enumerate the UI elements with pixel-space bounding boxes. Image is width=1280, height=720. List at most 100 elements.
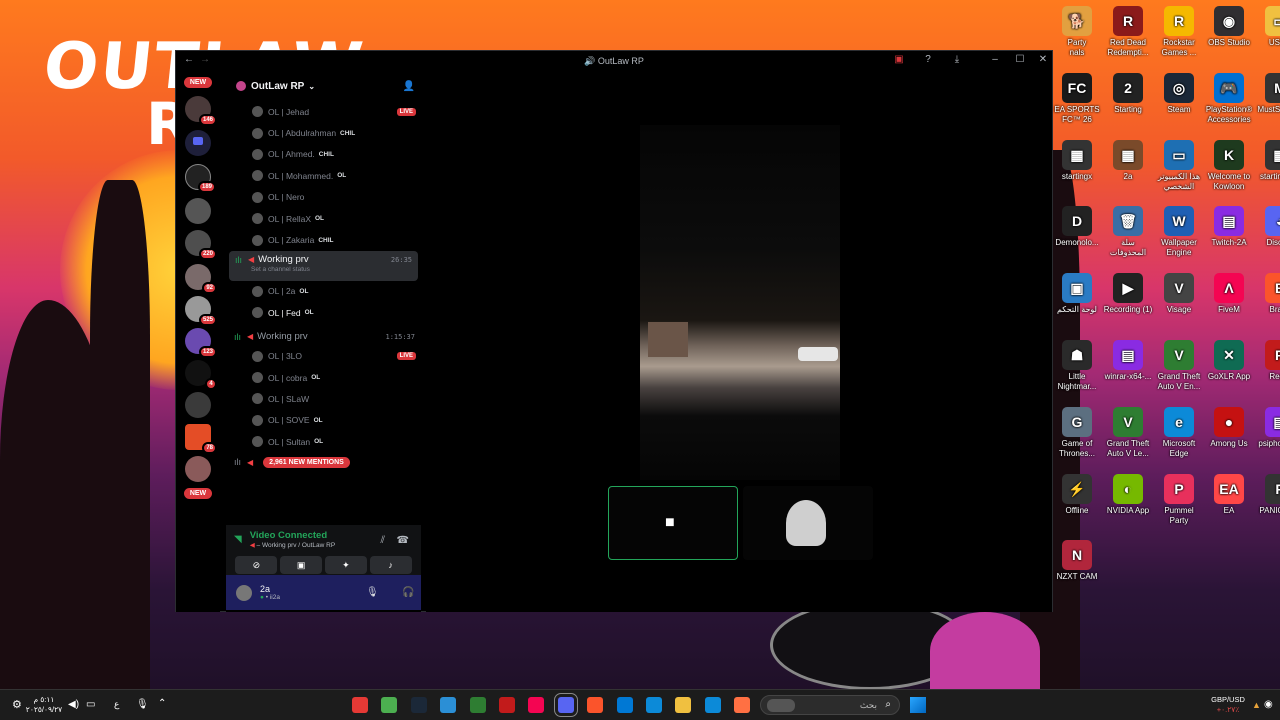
desktop-icon[interactable]: ⚡ Offline xyxy=(1052,473,1102,516)
member-row[interactable]: OL | 3LO LIVE xyxy=(226,346,421,367)
desktop-icon[interactable]: ✕ GoXLR App xyxy=(1204,340,1254,382)
server-icon[interactable] xyxy=(185,392,211,418)
member-row[interactable]: OL | Ahmed. CHIL xyxy=(226,144,421,165)
currency-widget[interactable]: GBP/USD +٠.٢٧٪ xyxy=(1206,695,1250,715)
folder-icon[interactable] xyxy=(185,130,211,156)
server-icon[interactable]: 220 xyxy=(185,230,217,260)
desktop-icon[interactable]: R Red Dead Redempti... xyxy=(1103,6,1153,58)
desktop-icon[interactable]: ▤psiphon.v12 xyxy=(1255,406,1280,449)
server-icon[interactable]: 92 xyxy=(185,264,217,294)
desktop-icon[interactable]: 2 Starting xyxy=(1103,72,1153,115)
main-video-feed[interactable] xyxy=(640,125,840,480)
soundboard-button[interactable]: ♪ xyxy=(369,556,412,574)
xbox-taskbar-icon[interactable] xyxy=(440,697,457,713)
desktop-icon[interactable]: ☗ Little Nightmar... xyxy=(1052,340,1102,392)
server-icon[interactable]: 78 xyxy=(185,424,217,454)
desktop-icon[interactable]: ▤ Twitch-2A xyxy=(1204,206,1254,248)
add-member-icon[interactable]: 👤 xyxy=(403,81,415,92)
new-mentions-pill[interactable]: 2,961 NEW MENTIONS xyxy=(263,456,350,468)
desktop-icon[interactable]: ● Among Us xyxy=(1204,406,1254,449)
desktop-icon[interactable]: ▦ 2a xyxy=(1103,139,1153,182)
mic-tray-icon[interactable]: 🎙 xyxy=(136,699,149,710)
member-row[interactable]: OL | Sultan OL xyxy=(226,431,421,452)
voice-status[interactable]: Video Connected xyxy=(250,530,335,541)
desktop-icon[interactable]: ▶ Recording (1) xyxy=(1103,273,1153,315)
desktop-icon[interactable]: ▦startingxس xyxy=(1255,139,1280,182)
language-indicator[interactable]: ع xyxy=(114,699,119,710)
desktop-icon[interactable]: EA EA xyxy=(1204,473,1254,516)
headphones-icon[interactable]: 🎧 xyxy=(402,587,414,598)
volume-icon[interactable]: ◀) xyxy=(68,699,79,710)
widget-app-icon[interactable] xyxy=(352,697,368,713)
new-pill-top[interactable]: NEW xyxy=(184,77,212,88)
guild-header[interactable]: OutLaw RP ⌄ 👤 xyxy=(226,71,421,101)
desktop-icon[interactable]: ◐ NVIDIA App xyxy=(1103,473,1153,516)
clock[interactable]: ٥:١١ م ٢٠٢٥/٠٩/٢٧ xyxy=(24,695,64,715)
desktop-icon[interactable]: P Pummel Party xyxy=(1154,473,1204,526)
noise-suppression-icon[interactable]: ⫽ xyxy=(381,535,385,546)
weather-icon[interactable]: ⚙ xyxy=(12,698,22,711)
close-icon[interactable]: ✕ xyxy=(1036,54,1050,65)
server-icon[interactable] xyxy=(185,456,211,482)
explorer-taskbar-icon[interactable] xyxy=(675,697,692,713)
desktop-icon[interactable]: ▤ winrar-x64-... xyxy=(1103,340,1153,382)
desktop-icon[interactable]: G Game of Thrones... xyxy=(1052,406,1102,459)
new-pill-bottom[interactable]: NEW xyxy=(184,488,212,499)
desktop-icon[interactable]: W Wallpaper Engine xyxy=(1154,206,1204,258)
desktop-icon[interactable]: R Rockstar Games ... xyxy=(1154,6,1204,58)
copilot-taskbar-icon[interactable] xyxy=(734,697,751,713)
outlook-taskbar-icon[interactable] xyxy=(616,697,633,713)
desktop-icon[interactable]: V Grand Theft Auto V En... xyxy=(1154,340,1204,392)
minimize-icon[interactable]: – xyxy=(988,54,1002,65)
desktop-icon[interactable]: R RedM xyxy=(1255,340,1280,382)
self-camera-tile[interactable]: ■ xyxy=(608,486,738,560)
desktop-icon[interactable]: V Visage xyxy=(1154,273,1204,315)
member-row[interactable]: OL | SOVE OL xyxy=(226,410,421,431)
member-row[interactable]: OL | Zakaria CHIL xyxy=(226,229,421,250)
start-button[interactable] xyxy=(910,697,926,713)
server-icon[interactable]: 123 xyxy=(185,328,217,358)
maximize-icon[interactable]: ☐ xyxy=(1013,54,1027,65)
desktop-icon[interactable]: PPANICORE xyxy=(1255,473,1280,516)
voice-channel-second[interactable]: ılı ◀ Working prv 1:15:37 xyxy=(226,328,421,346)
desktop-icon[interactable]: ◎ Steam xyxy=(1154,72,1204,115)
disconnect-icon[interactable]: ☎ xyxy=(397,535,409,546)
brave-taskbar-icon[interactable] xyxy=(587,697,604,713)
server-icon[interactable]: 146 xyxy=(185,96,217,126)
desktop-icon[interactable]: ▦ startingx xyxy=(1052,139,1102,182)
participant-tile[interactable] xyxy=(743,486,873,560)
desktop-icon[interactable]: V Grand Theft Auto V Le... xyxy=(1103,406,1153,459)
gta-taskbar-icon[interactable] xyxy=(469,697,486,713)
desktop-icon[interactable]: ◕Discord xyxy=(1255,206,1280,248)
server-icon[interactable]: 189 xyxy=(185,164,216,193)
desktop-icon[interactable]: ▭ USER xyxy=(1255,6,1280,48)
server-icon[interactable]: 4 xyxy=(185,360,217,390)
desktop-icon[interactable]: MMustScream xyxy=(1255,72,1280,115)
download-icon[interactable]: ⤓ xyxy=(950,54,964,65)
notification-icon[interactable]: ◉ xyxy=(1264,699,1273,710)
member-row[interactable]: OL | SLaW xyxy=(226,388,421,409)
member-row[interactable]: OL | Nero xyxy=(226,187,421,208)
chevron-up-icon[interactable]: ⌃ xyxy=(158,698,166,709)
member-row[interactable]: OL | Jehad LIVE xyxy=(226,101,421,122)
redm-taskbar-icon[interactable] xyxy=(499,697,515,713)
screen-share-button[interactable]: ▣ xyxy=(280,556,323,574)
desktop-icon[interactable]: 🎮 PlayStation® Accessories xyxy=(1204,72,1254,125)
member-row[interactable]: OL | cobra OL xyxy=(226,367,421,388)
member-row[interactable]: OL | Fed OL xyxy=(226,302,421,323)
desktop-icon[interactable]: ▣ لوحة التحكم xyxy=(1052,273,1102,315)
desktop-icon[interactable]: ◉ OBS Studio xyxy=(1204,6,1254,48)
desktop-icon[interactable]: e Microsoft Edge xyxy=(1154,406,1204,459)
camera-off-button[interactable]: ⊘ xyxy=(235,556,278,574)
server-icon[interactable]: 525 xyxy=(185,296,217,326)
discord-taskbar-icon[interactable] xyxy=(553,693,578,717)
desktop-icon[interactable]: ▭ هذا الكمبيوتر الشخصي xyxy=(1154,139,1204,192)
member-row[interactable]: OL | Abdulrahman CHIL xyxy=(226,122,421,143)
desktop-icon[interactable]: FC EA SPORTS FC™ 26 xyxy=(1052,72,1102,125)
desktop-icon[interactable]: D Demonolo... xyxy=(1052,206,1102,248)
help-icon[interactable]: ? xyxy=(921,54,935,65)
voice-location[interactable]: ◀ – Working prv / OutLaw RP xyxy=(250,541,335,549)
member-row[interactable]: OL | RellaX OL xyxy=(226,208,421,229)
fivem-taskbar-icon[interactable] xyxy=(528,697,545,713)
desktop-icon[interactable]: N NZXT CAM xyxy=(1052,540,1102,582)
